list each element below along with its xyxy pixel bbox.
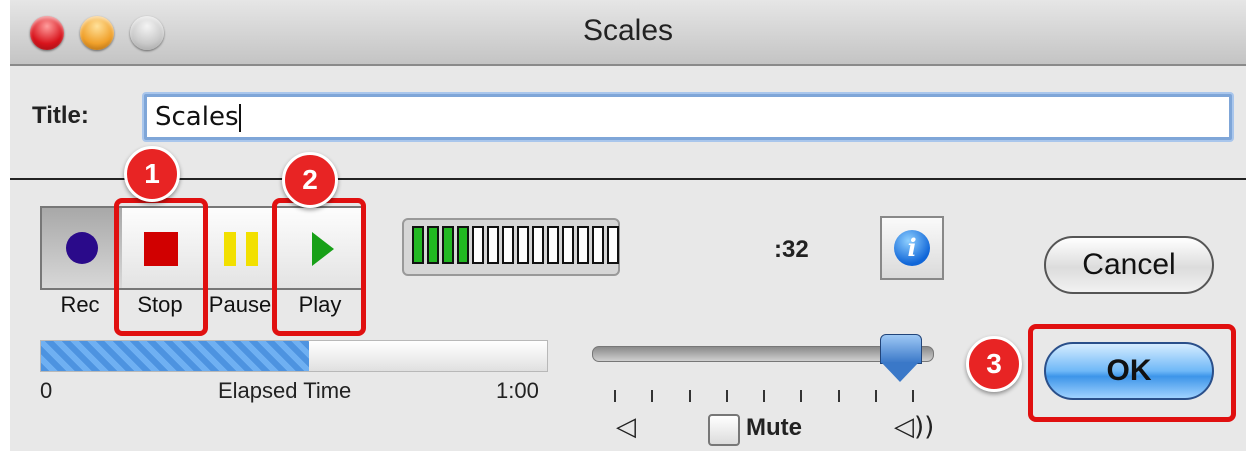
title-input[interactable]: Scales bbox=[144, 94, 1232, 140]
callout-badge-2: 2 bbox=[282, 152, 338, 208]
volume-tick bbox=[837, 390, 840, 402]
callout-badge-3: 3 bbox=[966, 336, 1022, 392]
stop-callout bbox=[114, 198, 208, 336]
volume-ticks bbox=[614, 390, 914, 402]
volume-tick bbox=[651, 390, 654, 402]
level-meter-segments bbox=[412, 226, 619, 266]
title-bar: Scales bbox=[10, 0, 1246, 66]
ok-callout bbox=[1028, 324, 1236, 422]
window-title: Scales bbox=[582, 14, 674, 47]
pause-label: Pause bbox=[208, 292, 272, 317]
info-icon: i bbox=[894, 230, 930, 266]
section-divider bbox=[10, 178, 1246, 180]
time-display: :32 bbox=[774, 236, 809, 263]
volume-tick bbox=[688, 390, 691, 402]
text-caret bbox=[238, 103, 241, 132]
elapsed-time-label: Elapsed Time bbox=[218, 378, 352, 403]
meter-segment bbox=[532, 226, 544, 264]
meter-segment bbox=[607, 226, 619, 264]
meter-segment bbox=[442, 226, 454, 264]
cancel-button[interactable]: Cancel bbox=[1044, 236, 1214, 294]
mute-checkbox[interactable] bbox=[708, 414, 740, 446]
volume-tick bbox=[614, 390, 616, 402]
pause-button[interactable] bbox=[202, 208, 282, 288]
elapsed-end-label: 1:00 bbox=[496, 378, 539, 403]
volume-high-icon: ◁)) bbox=[894, 412, 935, 442]
record-icon bbox=[66, 232, 98, 264]
record-label: Rec bbox=[60, 292, 100, 317]
level-meter bbox=[402, 218, 620, 276]
volume-tick bbox=[725, 390, 728, 402]
meter-segment bbox=[592, 226, 604, 264]
volume-thumb-pointer bbox=[881, 362, 919, 382]
meter-segment bbox=[577, 226, 589, 264]
play-callout bbox=[272, 198, 366, 336]
elapsed-time-fill bbox=[41, 341, 310, 371]
volume-low-icon: ◁ bbox=[616, 412, 636, 442]
elapsed-start-label: 0 bbox=[40, 378, 53, 403]
volume-thumb-knob bbox=[880, 334, 922, 364]
meter-segment bbox=[457, 226, 469, 264]
meter-segment bbox=[547, 226, 559, 264]
meter-segment bbox=[412, 226, 424, 264]
volume-tick bbox=[800, 390, 803, 402]
pause-icon bbox=[224, 232, 258, 266]
meter-segment bbox=[472, 226, 484, 264]
title-input-value: Scales bbox=[155, 102, 239, 132]
volume-slider-thumb[interactable] bbox=[880, 334, 922, 384]
meter-segment bbox=[517, 226, 529, 264]
meter-segment bbox=[487, 226, 499, 264]
volume-tick bbox=[763, 390, 765, 402]
dialog-window: Scales Title: Scales Rec Stop Pause Play… bbox=[10, 0, 1246, 451]
record-button[interactable] bbox=[42, 208, 122, 288]
volume-tick bbox=[912, 390, 914, 402]
meter-segment bbox=[562, 226, 574, 264]
meter-segment bbox=[502, 226, 514, 264]
meter-segment bbox=[427, 226, 439, 264]
callout-badge-1: 1 bbox=[124, 146, 180, 202]
elapsed-time-bar bbox=[40, 340, 548, 372]
title-field-label: Title: bbox=[32, 102, 89, 129]
info-button[interactable]: i bbox=[880, 216, 944, 280]
volume-tick bbox=[874, 390, 877, 402]
mute-label: Mute bbox=[746, 414, 802, 441]
